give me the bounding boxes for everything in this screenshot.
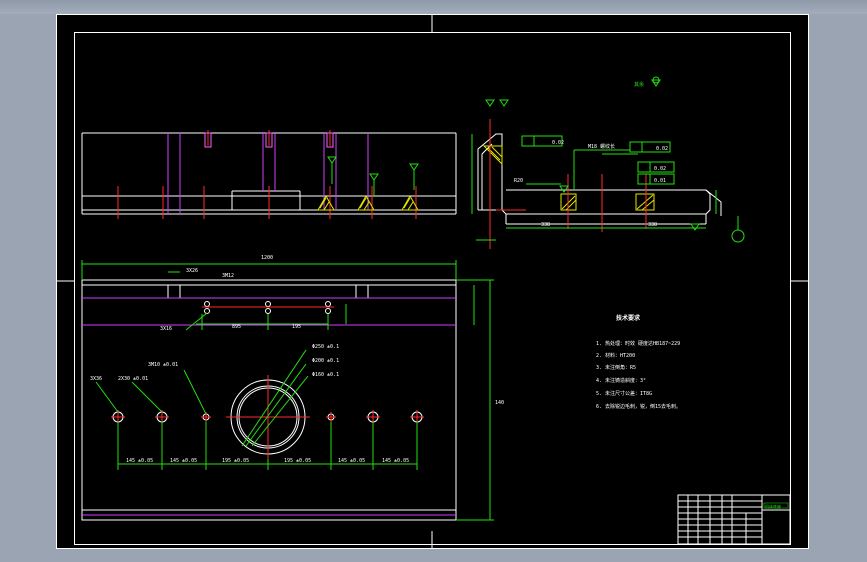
plan-hidden [82,297,456,516]
dim-m18: M18 螺纹长 [588,143,615,150]
hidden-lines [167,133,369,214]
roughness-marks [327,156,419,196]
dim-145c: 145 ±0.05 [338,458,365,464]
dim-3x16: 3X16 [160,326,172,332]
viewer-top-strip [0,0,867,14]
dim-2m10: 2X30 ±0.01 [118,376,148,382]
tech-req-item: 4. 未注铸造斜度：3° [596,377,646,384]
tol-flat: 0.02 [654,166,666,172]
plan-view[interactable]: 1200 3X26 3M12 3X16 895 195 140 3M10 ±0.… [81,255,504,521]
plan-dimensions [81,260,494,521]
dim-3m10: 3M10 ±0.01 [148,362,178,368]
dim-section-right: 338 [648,222,657,228]
drawing-sheet[interactable]: 其余 0.02 0.02 0.02 0.01 R20 M18 螺纹长 338 3… [56,14,809,549]
tech-req-item: 5. 未注尺寸公差：IT8G [596,390,652,397]
dim-r20: R20 [514,178,523,184]
dim-3m12: 3M12 [222,273,234,279]
tech-req-item: 1. 热处理：时效 硬度达HB187~229 [596,340,680,347]
dim-phi160: Φ160 ±0.1 [312,372,339,378]
dim-895: 895 [232,324,241,330]
title-name: 机床底座 [765,503,781,509]
dim-section-left: 338 [541,222,550,228]
dim-3x36: 3X36 [90,376,102,382]
front-section-view[interactable] [81,130,457,219]
dim-145-right: 145 ±0.05 [382,458,409,464]
dim-phi250: Φ250 ±0.1 [312,344,339,350]
tol-perp: 0.02 [656,146,668,152]
side-dimensions [471,76,745,243]
dim-3x26: 3X26 [186,268,198,274]
dim-195-left: 195 ±0.05 [222,458,249,464]
dim-overall-length: 1200 [261,255,273,261]
drawing-frame [74,32,791,545]
tech-req-title: 技术要求 [616,314,641,322]
tech-req-item: 6. 去除锐边毛刺，锐，倒15去毛刺。 [596,403,681,410]
title-block[interactable]: 机床底座 [677,494,791,545]
tech-req-item: 3. 未注倒角：R5 [596,364,636,371]
dim-145-left: 145 ±0.05 [126,458,153,464]
dim-height: 140 [495,400,504,406]
dim-195-right: 195 ±0.05 [284,458,311,464]
cad-drawing[interactable]: 其余 0.02 0.02 0.02 0.01 R20 M18 螺纹长 338 3… [56,14,809,549]
dim-145b: 145 ±0.05 [170,458,197,464]
roughness-note: 其余 [634,81,644,88]
side-hatch [482,145,655,211]
frame-zone-marks [56,14,809,549]
dim-195-top: 195 [292,324,301,330]
sheet-border [56,14,809,549]
side-centerlines [489,119,647,249]
technical-requirements[interactable]: 技术要求 1. 热处理：时效 硬度达HB187~229 2. 材料：HT200 … [596,314,681,410]
tol-parallel: 0.02 [552,140,564,146]
tech-req-item: 2. 材料：HT200 [596,352,635,359]
dim-phi200: Φ200 ±0.1 [312,358,339,364]
tol-side: 0.01 [654,178,666,184]
side-section-view[interactable]: 其余 0.02 0.02 0.02 0.01 R20 M18 螺纹长 338 3… [471,76,745,249]
